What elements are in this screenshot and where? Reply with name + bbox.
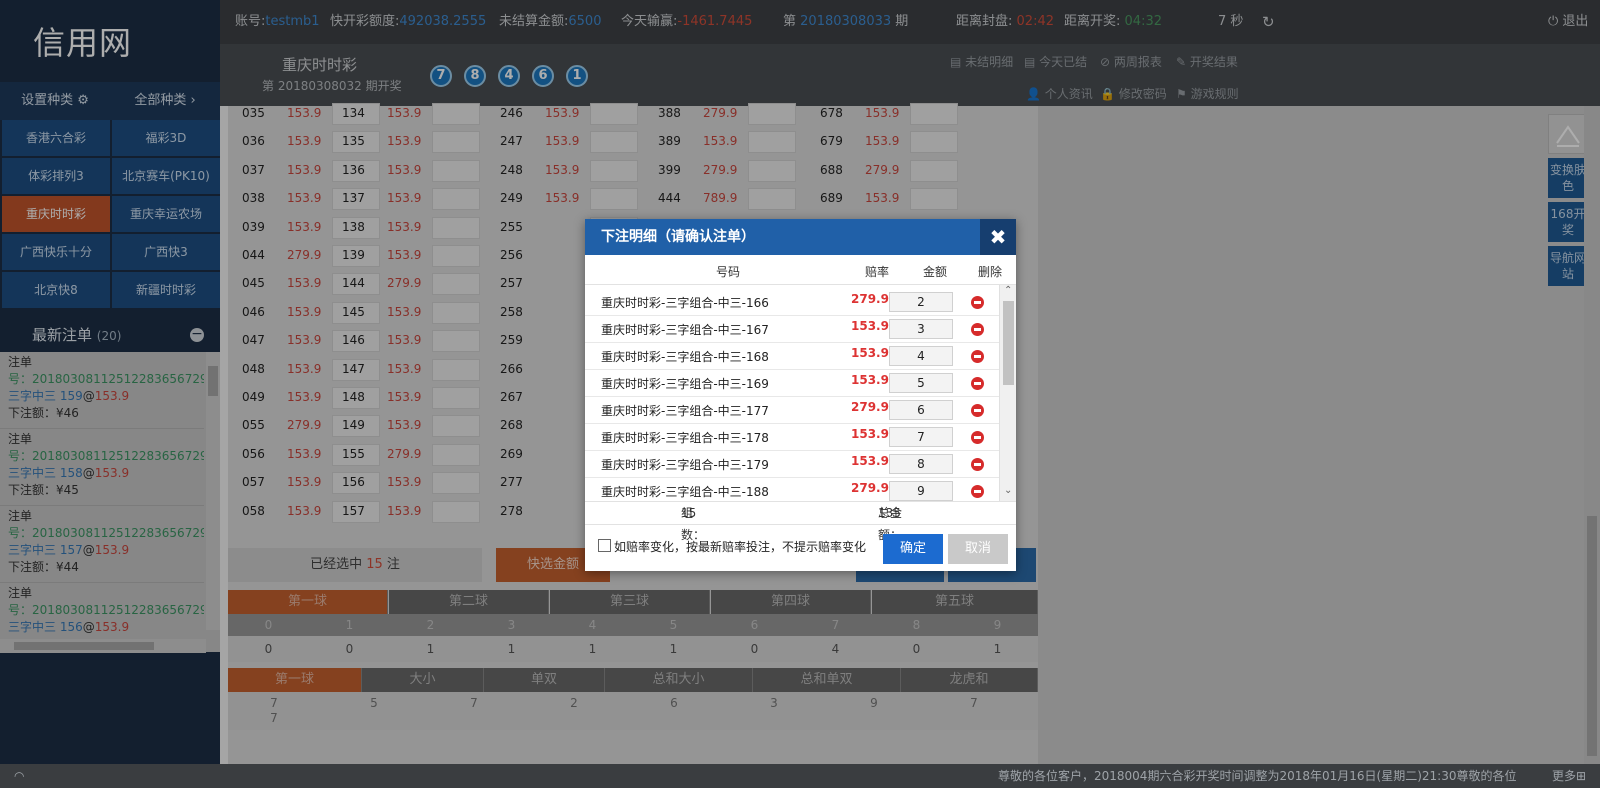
rss-icon: ◠ (14, 769, 25, 783)
col-odds: 赔率 (865, 265, 890, 279)
bet-row-text: 重庆时时彩-三字组合-中三-179 (601, 458, 769, 472)
confirm-button[interactable]: 确定 (883, 534, 943, 564)
bet-row-amount-input[interactable]: 8 (889, 454, 953, 474)
bet-row: 重庆时时彩-三字组合-中三-167 153.9 3 (585, 316, 999, 343)
col-amount: 金额 (923, 265, 948, 279)
bet-row: 重庆时时彩-三字组合-中三-166 279.9 2 (585, 289, 999, 316)
bet-row-text: 重庆时时彩-三字组合-中三-166 (601, 296, 769, 310)
footer-marquee: 尊敬的各位客户，2018004期六合彩开奖时间调整为2018年01月16日(星期… (998, 769, 1517, 783)
bet-list-scrollbar[interactable]: ⌃ ⌄ (999, 285, 1016, 501)
close-icon[interactable]: ✖ (980, 219, 1016, 255)
bet-row-odds: 279.9 (851, 481, 889, 495)
bet-row-text: 重庆时时彩-三字组合-中三-168 (601, 350, 769, 364)
col-delete: 删除 (978, 265, 1003, 279)
bet-row: 重庆时时彩-三字组合-中三-178 153.9 7 (585, 424, 999, 451)
footer-bar: ◠ 尊敬的各位客户，2018004期六合彩开奖时间调整为2018年01月16日(… (0, 764, 1600, 788)
delete-icon[interactable] (971, 431, 984, 444)
bet-row-odds: 153.9 (851, 454, 889, 468)
bet-row-amount-input[interactable]: 7 (889, 427, 953, 447)
bet-row-amount-input[interactable]: 4 (889, 346, 953, 366)
bet-row-amount-input[interactable]: 3 (889, 319, 953, 339)
bet-row-text: 重庆时时彩-三字组合-中三-178 (601, 431, 769, 445)
bet-row-text: 重庆时时彩-三字组合-中三-169 (601, 377, 769, 391)
dialog-title: 下注明细（请确认注单） (585, 219, 1016, 255)
bet-confirm-dialog: 下注明细（请确认注单） ✖ 号码 赔率 金额 删除 重庆时时彩-三字组合-中三-… (585, 219, 1016, 571)
bet-row-amount-input[interactable]: 6 (889, 400, 953, 420)
delete-icon[interactable] (971, 350, 984, 363)
bet-row-amount-input[interactable]: 5 (889, 373, 953, 393)
delete-icon[interactable] (971, 377, 984, 390)
odds-change-label: 如赔率变化，按最新赔率投注，不提示赔率变化 (614, 540, 867, 554)
delete-icon[interactable] (971, 485, 984, 498)
delete-icon[interactable] (971, 404, 984, 417)
dialog-footer: 如赔率变化，按最新赔率投注，不提示赔率变化 确定 取消 (585, 525, 1016, 571)
bet-row-text: 重庆时时彩-三字组合-中三-188 (601, 485, 769, 499)
dialog-columns: 号码 赔率 金额 删除 (585, 255, 1016, 285)
delete-icon[interactable] (971, 296, 984, 309)
dialog-totals: 组数：15 总金额：135 (585, 501, 1016, 542)
more-link[interactable]: 更多⊞ (1552, 764, 1586, 788)
bet-row-odds: 279.9 (851, 292, 889, 306)
bet-row: 重庆时时彩-三字组合-中三-177 279.9 6 (585, 397, 999, 424)
bet-row-odds: 153.9 (851, 346, 889, 360)
col-number: 号码 (716, 265, 741, 279)
bet-row: 重庆时时彩-三字组合-中三-179 153.9 8 (585, 451, 999, 478)
bet-row: 重庆时时彩-三字组合-中三-188 279.9 9 (585, 478, 999, 501)
bet-list: 重庆时时彩-三字组合-中三-166 279.9 2 重庆时时彩-三字组合-中三-167… (585, 285, 1016, 501)
odds-change-checkbox[interactable] (598, 539, 611, 552)
bet-row-odds: 279.9 (851, 400, 889, 414)
bet-row: 重庆时时彩-三字组合-中三-168 153.9 4 (585, 343, 999, 370)
bet-row-odds: 153.9 (851, 427, 889, 441)
bet-row-amount-input[interactable]: 9 (889, 481, 953, 501)
bet-row-amount-input[interactable]: 2 (889, 292, 953, 312)
bet-row-odds: 153.9 (851, 319, 889, 333)
delete-icon[interactable] (971, 458, 984, 471)
bet-row: 重庆时时彩-三字组合-中三-169 153.9 5 (585, 370, 999, 397)
delete-icon[interactable] (971, 323, 984, 336)
cancel-button[interactable]: 取消 (948, 534, 1008, 564)
bet-row-text: 重庆时时彩-三字组合-中三-167 (601, 323, 769, 337)
bet-row-text: 重庆时时彩-三字组合-中三-177 (601, 404, 769, 418)
bet-row-odds: 153.9 (851, 373, 889, 387)
